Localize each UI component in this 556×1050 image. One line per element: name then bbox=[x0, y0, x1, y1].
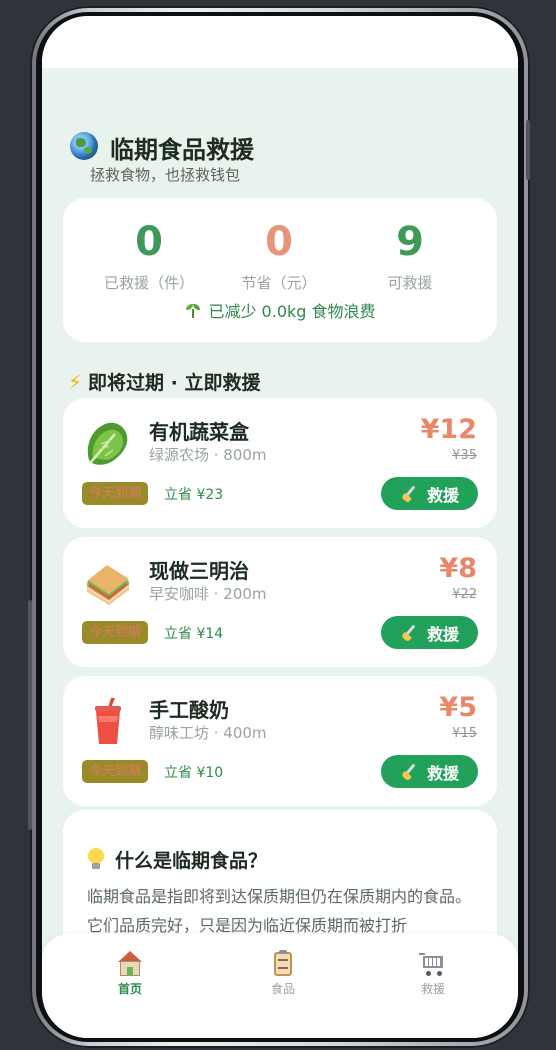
app-screen: 临期食品救援 拯救食物，也拯救钱包 0 已救援（件） 0 节省（元） 9 可救援… bbox=[42, 16, 518, 1038]
volume-button bbox=[28, 600, 32, 830]
power-button bbox=[526, 120, 530, 180]
section-title: ⚡ 即将过期 · 立即救援 bbox=[68, 368, 261, 395]
product-price: ¥12 bbox=[420, 414, 477, 445]
product-meta: 早安咖啡 · 200m bbox=[149, 585, 267, 603]
broom-icon bbox=[400, 763, 420, 781]
stat-available-value: 9 bbox=[396, 219, 424, 265]
stat-rescued-label: 已救援（件） bbox=[103, 274, 194, 292]
expiry-badge: 今天到期 bbox=[82, 760, 149, 783]
rescue-button[interactable]: 救援 bbox=[381, 477, 478, 510]
page-title: 临期食品救援 bbox=[110, 136, 254, 164]
globe-icon bbox=[70, 132, 98, 160]
savings-text: 立省 ¥10 bbox=[164, 765, 224, 781]
rescue-button-label: 救援 bbox=[426, 763, 459, 783]
original-price: ¥15 bbox=[452, 726, 477, 741]
waste-reduction-text: 已减少 0.0kg 食物浪费 bbox=[208, 302, 376, 321]
lightbulb-icon bbox=[87, 848, 105, 870]
nav-item-rescue[interactable]: 救援 bbox=[383, 950, 483, 997]
stat-available-label: 可救援 bbox=[387, 274, 433, 292]
broom-icon bbox=[400, 485, 420, 503]
stat-rescued-value: 0 bbox=[135, 219, 163, 265]
expiry-badge: 今天到期 bbox=[82, 621, 149, 644]
nav-label-home: 首页 bbox=[117, 982, 142, 996]
rescue-button-label: 救援 bbox=[426, 485, 459, 505]
product-price: ¥8 bbox=[439, 553, 477, 584]
info-title: 什么是临期食品？ bbox=[87, 846, 267, 873]
yogurt-cup-icon bbox=[95, 698, 121, 744]
section-title-text: 即将过期 · 立即救援 bbox=[88, 372, 261, 394]
sandwich-icon bbox=[87, 565, 129, 605]
sprout-icon bbox=[184, 304, 202, 318]
info-title-text: 什么是临期食品？ bbox=[115, 850, 268, 872]
product-name: 有机蔬菜盒 bbox=[149, 420, 249, 444]
status-bar bbox=[42, 16, 518, 68]
main-content[interactable]: 临期食品救援 拯救食物，也拯救钱包 0 已救援（件） 0 节省（元） 9 可救援… bbox=[42, 68, 518, 988]
home-indicator-area bbox=[42, 1010, 518, 1038]
clipboard-icon bbox=[268, 950, 298, 978]
product-card[interactable]: 有机蔬菜盒 绿源农场 · 800m ¥12 ¥35 今天到期 立省 ¥23 救援 bbox=[63, 398, 497, 528]
lettuce-icon bbox=[87, 422, 128, 465]
rescue-button-label: 救援 bbox=[426, 624, 459, 644]
page-subtitle: 拯救食物，也拯救钱包 bbox=[90, 166, 241, 184]
broom-icon bbox=[400, 624, 420, 642]
nav-item-food[interactable]: 食品 bbox=[233, 950, 333, 997]
product-name: 现做三明治 bbox=[149, 559, 249, 583]
stat-saved-value: 0 bbox=[265, 219, 293, 265]
product-card[interactable]: 手工酸奶 醇味工坊 · 400m ¥5 ¥15 今天到期 立省 ¥10 救援 bbox=[63, 676, 497, 806]
house-icon bbox=[115, 950, 145, 978]
product-price: ¥5 bbox=[439, 692, 477, 723]
nav-label-food: 食品 bbox=[270, 982, 295, 996]
rescue-button[interactable]: 救援 bbox=[381, 616, 478, 649]
stats-card: 0 已救援（件） 0 节省（元） 9 可救援 已减少 0.0kg 食物浪费 bbox=[63, 198, 497, 342]
stat-saved: 0 节省（元） bbox=[219, 218, 339, 293]
shopping-cart-icon bbox=[418, 950, 448, 978]
product-meta: 绿源农场 · 800m bbox=[149, 446, 267, 464]
lightning-icon: ⚡ bbox=[68, 370, 83, 394]
nav-item-home[interactable]: 首页 bbox=[80, 950, 180, 997]
nav-label-rescue: 救援 bbox=[420, 982, 445, 996]
stat-available: 9 可救援 bbox=[350, 218, 470, 293]
product-meta: 醇味工坊 · 400m bbox=[149, 724, 267, 742]
savings-text: 立省 ¥23 bbox=[164, 487, 224, 503]
stat-saved-label: 节省（元） bbox=[241, 274, 317, 292]
original-price: ¥35 bbox=[452, 448, 477, 463]
rescue-button[interactable]: 救援 bbox=[381, 755, 478, 788]
original-price: ¥22 bbox=[452, 587, 477, 602]
product-card[interactable]: 现做三明治 早安咖啡 · 200m ¥8 ¥22 今天到期 立省 ¥14 救援 bbox=[63, 537, 497, 667]
product-name: 手工酸奶 bbox=[149, 698, 229, 722]
expiry-badge: 今天到期 bbox=[82, 482, 149, 505]
info-text: 临期食品是指即将到达保质期但仍在保质期内的食品。它们品质完好，只是因为临近保质期… bbox=[87, 887, 472, 935]
savings-text: 立省 ¥14 bbox=[164, 626, 224, 642]
stat-rescued: 0 已救援（件） bbox=[89, 218, 209, 293]
waste-reduction-line: 已减少 0.0kg 食物浪费 bbox=[63, 298, 497, 322]
